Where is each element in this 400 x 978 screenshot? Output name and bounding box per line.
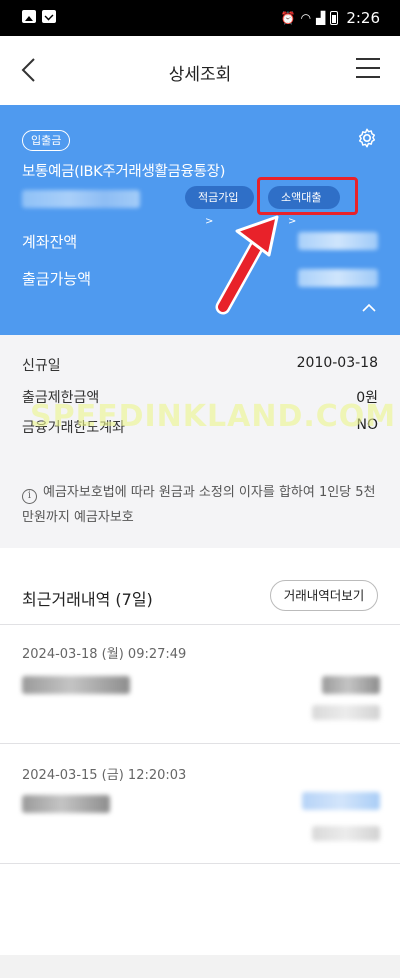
app-header: 상세조회 <box>0 36 400 105</box>
detail-label: 신규일 <box>22 358 61 374</box>
annotation-arrow-icon <box>215 215 279 315</box>
balance-label: 계좌잔액 <box>22 233 78 251</box>
transaction-date: 2024-03-18 (월) 09:27:49 <box>22 647 187 662</box>
menu-icon-line <box>356 76 380 78</box>
page-title: 상세조회 <box>168 65 232 85</box>
transaction-amount-redacted <box>302 792 380 810</box>
savings-signup-button[interactable]: 적금가입> <box>185 186 254 227</box>
transaction-amount-redacted <box>322 676 380 694</box>
transaction-date: 2024-03-15 (금) 12:20:03 <box>22 768 187 783</box>
transaction-desc-redacted[interactable] <box>22 795 110 813</box>
divider <box>0 863 400 864</box>
menu-icon-line <box>356 67 380 69</box>
savings-signup-label: 적금가입 <box>198 191 239 204</box>
wifi-icon: ◠ <box>300 11 312 25</box>
detail-value: 2010-03-18 <box>296 355 378 371</box>
bottom-nav-area <box>0 955 400 978</box>
watermark: SPEEDINKLAND.COM <box>30 399 397 434</box>
status-bar: ⏰ ◠ ▟ 2:26 <box>0 0 400 36</box>
chevron-right-icon: > <box>288 216 297 227</box>
mail-icon <box>42 10 56 23</box>
notification-icons <box>22 10 56 23</box>
menu-button[interactable] <box>356 58 380 82</box>
account-type-badge: 입출금 <box>22 130 71 151</box>
withdrawable-label: 출금가능액 <box>22 270 92 288</box>
view-more-transactions-button[interactable]: 거래내역더보기 <box>270 580 378 611</box>
chevron-up-icon[interactable] <box>362 301 376 315</box>
transaction-desc-redacted[interactable] <box>22 676 130 694</box>
account-number-redacted <box>22 190 140 208</box>
highlight-box <box>257 177 358 215</box>
battery-icon <box>330 11 339 25</box>
gear-icon[interactable] <box>356 127 378 149</box>
withdrawable-value-redacted <box>298 269 378 287</box>
divider <box>0 743 400 744</box>
status-time: 2:26 <box>346 9 380 27</box>
account-details: 신규일 2010-03-18 출금제한금액 0원 금융거래한도계좌 NO SPE… <box>0 335 400 548</box>
recent-transactions-title: 최근거래내역 (7일) <box>22 590 153 609</box>
detail-row-open-date: 신규일 2010-03-18 <box>22 355 378 377</box>
info-icon: i <box>22 489 37 504</box>
divider <box>0 624 400 625</box>
menu-icon <box>356 58 380 60</box>
deposit-protection-notice: i 예금자보호법에 따라 원금과 소정의 이자를 합하여 1인당 5천만원까지 예… <box>22 480 382 530</box>
balance-value-redacted <box>298 232 378 250</box>
account-card: 입출금 보통예금(IBK주거래생활금융통장) 적금가입> 소액대출> 계좌잔액 … <box>0 105 400 335</box>
transaction-balance-redacted <box>312 826 380 841</box>
account-name: 보통예금(IBK주거래생활금융통장) <box>22 164 226 180</box>
notice-text: 예금자보호법에 따라 원금과 소정의 이자를 합하여 1인당 5천만원까지 예금… <box>22 485 376 525</box>
signal-icon: ▟ <box>316 11 326 25</box>
gallery-icon <box>22 10 36 23</box>
alarm-icon: ⏰ <box>280 11 296 25</box>
system-icons: ⏰ ◠ ▟ 2:26 <box>281 9 380 27</box>
transaction-balance-redacted <box>312 705 380 720</box>
